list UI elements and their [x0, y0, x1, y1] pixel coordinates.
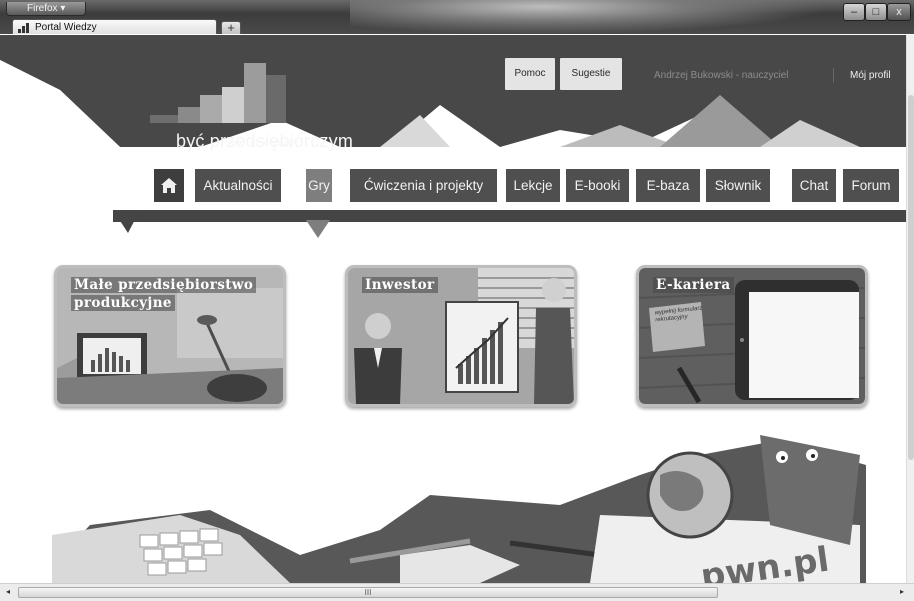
- game-title: Inwestor: [362, 276, 438, 294]
- game-title: E-kariera: [653, 276, 734, 294]
- new-tab-button[interactable]: +: [221, 21, 241, 34]
- footer-illustration: pwn.pl: [52, 435, 866, 583]
- nav-forum[interactable]: Forum: [843, 169, 899, 202]
- my-profile-link[interactable]: Mój profil: [850, 70, 891, 81]
- scroll-left-icon[interactable]: ◂: [6, 587, 10, 596]
- nav-chat[interactable]: Chat: [792, 169, 836, 202]
- user-name: Andrzej Bukowski - nauczyciel: [654, 70, 789, 81]
- horizontal-scroll-thumb[interactable]: III: [18, 587, 718, 598]
- browser-titlebar: Firefox ▾ – □ x Portal Wiedzy +: [0, 0, 914, 34]
- game-card-inwestor[interactable]: Inwestor: [345, 265, 577, 407]
- suggestions-button[interactable]: Sugestie: [560, 58, 622, 90]
- vertical-scroll-thumb[interactable]: [908, 95, 914, 460]
- minimize-button[interactable]: –: [843, 3, 865, 21]
- page-content: Pomoc Sugestie Andrzej Bukowski - nauczy…: [0, 35, 906, 583]
- horizontal-scrollbar[interactable]: ◂ III ▸: [0, 583, 914, 601]
- vertical-scrollbar[interactable]: [906, 35, 914, 583]
- browser-window: Firefox ▾ – □ x Portal Wiedzy + Pomoc Su…: [0, 0, 914, 601]
- scroll-right-icon[interactable]: ▸: [900, 587, 904, 596]
- firefox-menu-button[interactable]: Firefox ▾: [6, 2, 86, 16]
- nav-slownik[interactable]: Słownik: [706, 169, 770, 202]
- close-button[interactable]: x: [887, 3, 911, 21]
- nav-lekcje[interactable]: Lekcje: [506, 169, 560, 202]
- browser-tab[interactable]: Portal Wiedzy: [12, 19, 217, 34]
- nav-e-booki[interactable]: E-booki: [566, 169, 629, 202]
- titlebar-background: [350, 0, 830, 34]
- nav-e-baza[interactable]: E-baza: [636, 169, 700, 202]
- site-favicon-icon: [18, 23, 29, 33]
- game-title: Małe przedsiębiorstwo produkcyjne: [71, 276, 257, 312]
- logo-title[interactable]: być przedsiębiorczym: [176, 131, 353, 152]
- maximize-button[interactable]: □: [865, 3, 887, 21]
- separator: [833, 68, 834, 83]
- home-icon: [161, 178, 177, 193]
- help-button[interactable]: Pomoc: [505, 58, 555, 90]
- game-card-e-kariera[interactable]: E-kariera wypełnij formularz rekrutacyjn…: [636, 265, 868, 407]
- nav-gry[interactable]: Gry: [306, 169, 332, 202]
- home-button[interactable]: [154, 169, 184, 202]
- tab-title: Portal Wiedzy: [35, 22, 97, 33]
- game-card-male-przedsiebiorstwo[interactable]: Małe przedsiębiorstwo produkcyjne: [54, 265, 286, 407]
- nav-aktualnosci[interactable]: Aktualności: [195, 169, 281, 202]
- nav-cwiczenia-i-projekty[interactable]: Ćwiczenia i projekty: [350, 169, 497, 202]
